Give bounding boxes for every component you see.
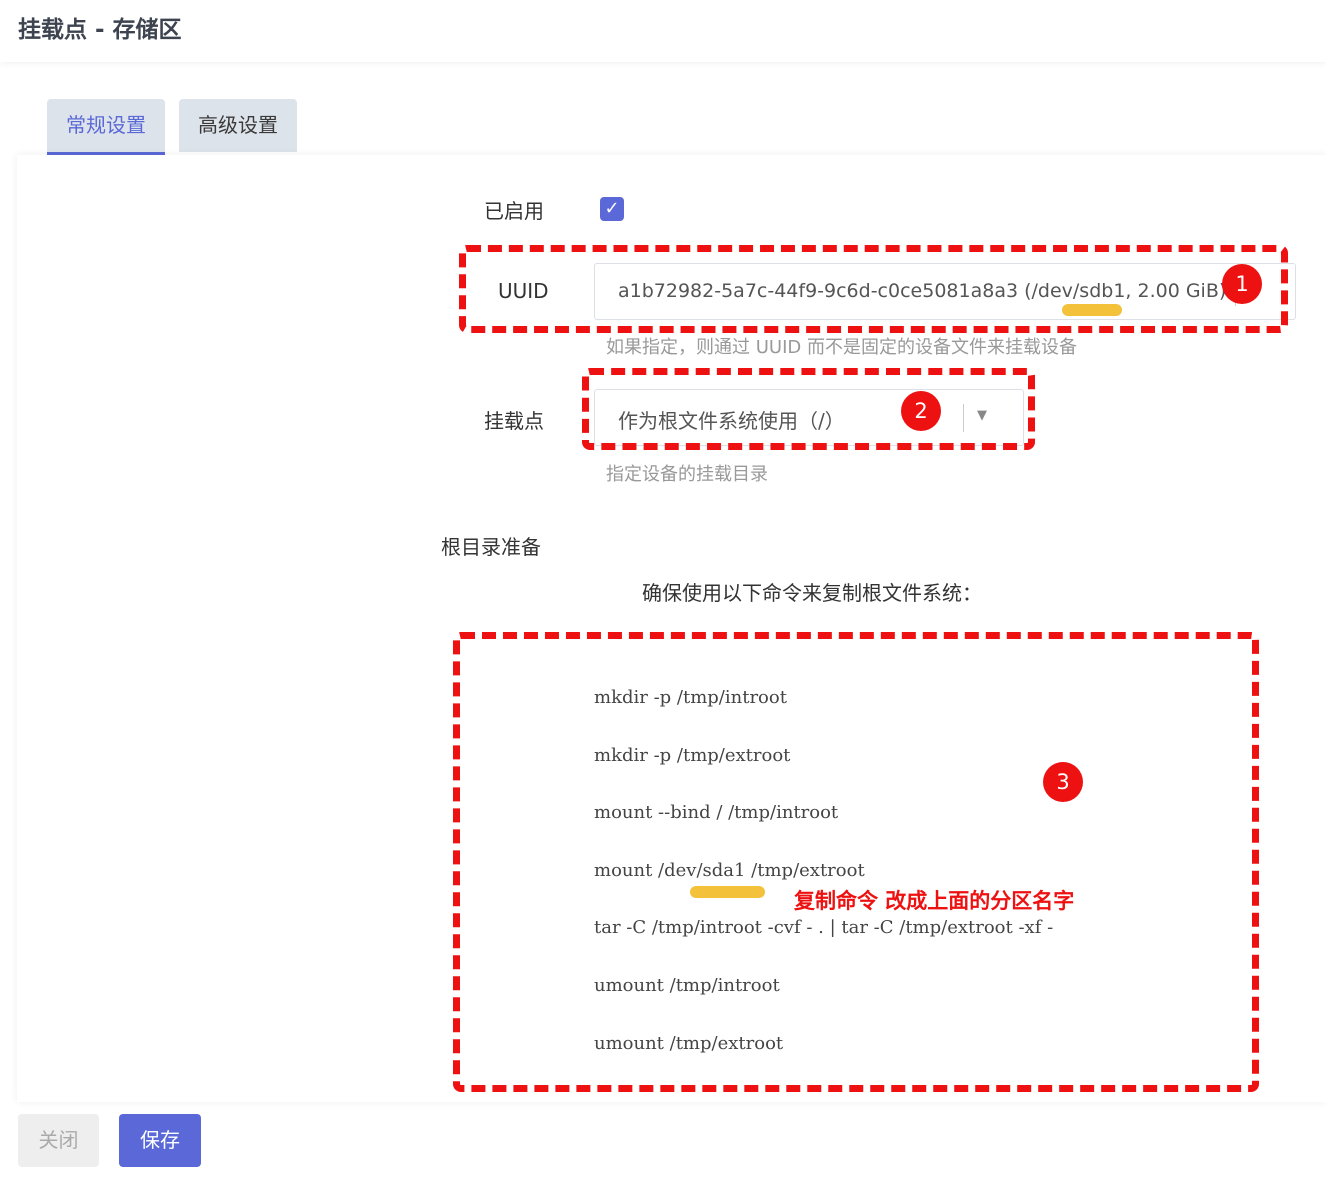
mountpoint-hint: 指定设备的挂载目录 (606, 464, 768, 485)
mountpoint-highlight-box (582, 368, 1035, 450)
badge-3: 3 (1043, 762, 1083, 802)
tab-general[interactable]: 常规设置 (47, 99, 165, 155)
title-bar: 挂载点 - 存储区 (0, 0, 1326, 62)
enabled-label: 已启用 (484, 199, 544, 223)
uuid-highlight-box (459, 245, 1288, 333)
page-title: 挂载点 - 存储区 (18, 17, 182, 43)
commands-highlight-box (453, 632, 1259, 1092)
rootprep-label: 根目录准备 (441, 535, 541, 559)
uuid-hint: 如果指定，则通过 UUID 而不是固定的设备文件来挂载设备 (606, 337, 1077, 358)
sdb1-marker (1062, 304, 1122, 316)
annotation-note: 复制命令 改成上面的分区名字 (794, 889, 1075, 913)
badge-1: 1 (1222, 264, 1262, 304)
close-button[interactable]: 关闭 (18, 1114, 99, 1167)
enabled-checkbox[interactable]: ✓ (600, 197, 624, 221)
mountpoint-label: 挂载点 (484, 409, 544, 433)
badge-2: 2 (901, 391, 941, 431)
sda1-marker (690, 886, 765, 898)
save-button[interactable]: 保存 (119, 1114, 201, 1167)
rootprep-description: 确保使用以下命令来复制根文件系统： (642, 581, 982, 605)
tab-advanced[interactable]: 高级设置 (179, 99, 297, 152)
